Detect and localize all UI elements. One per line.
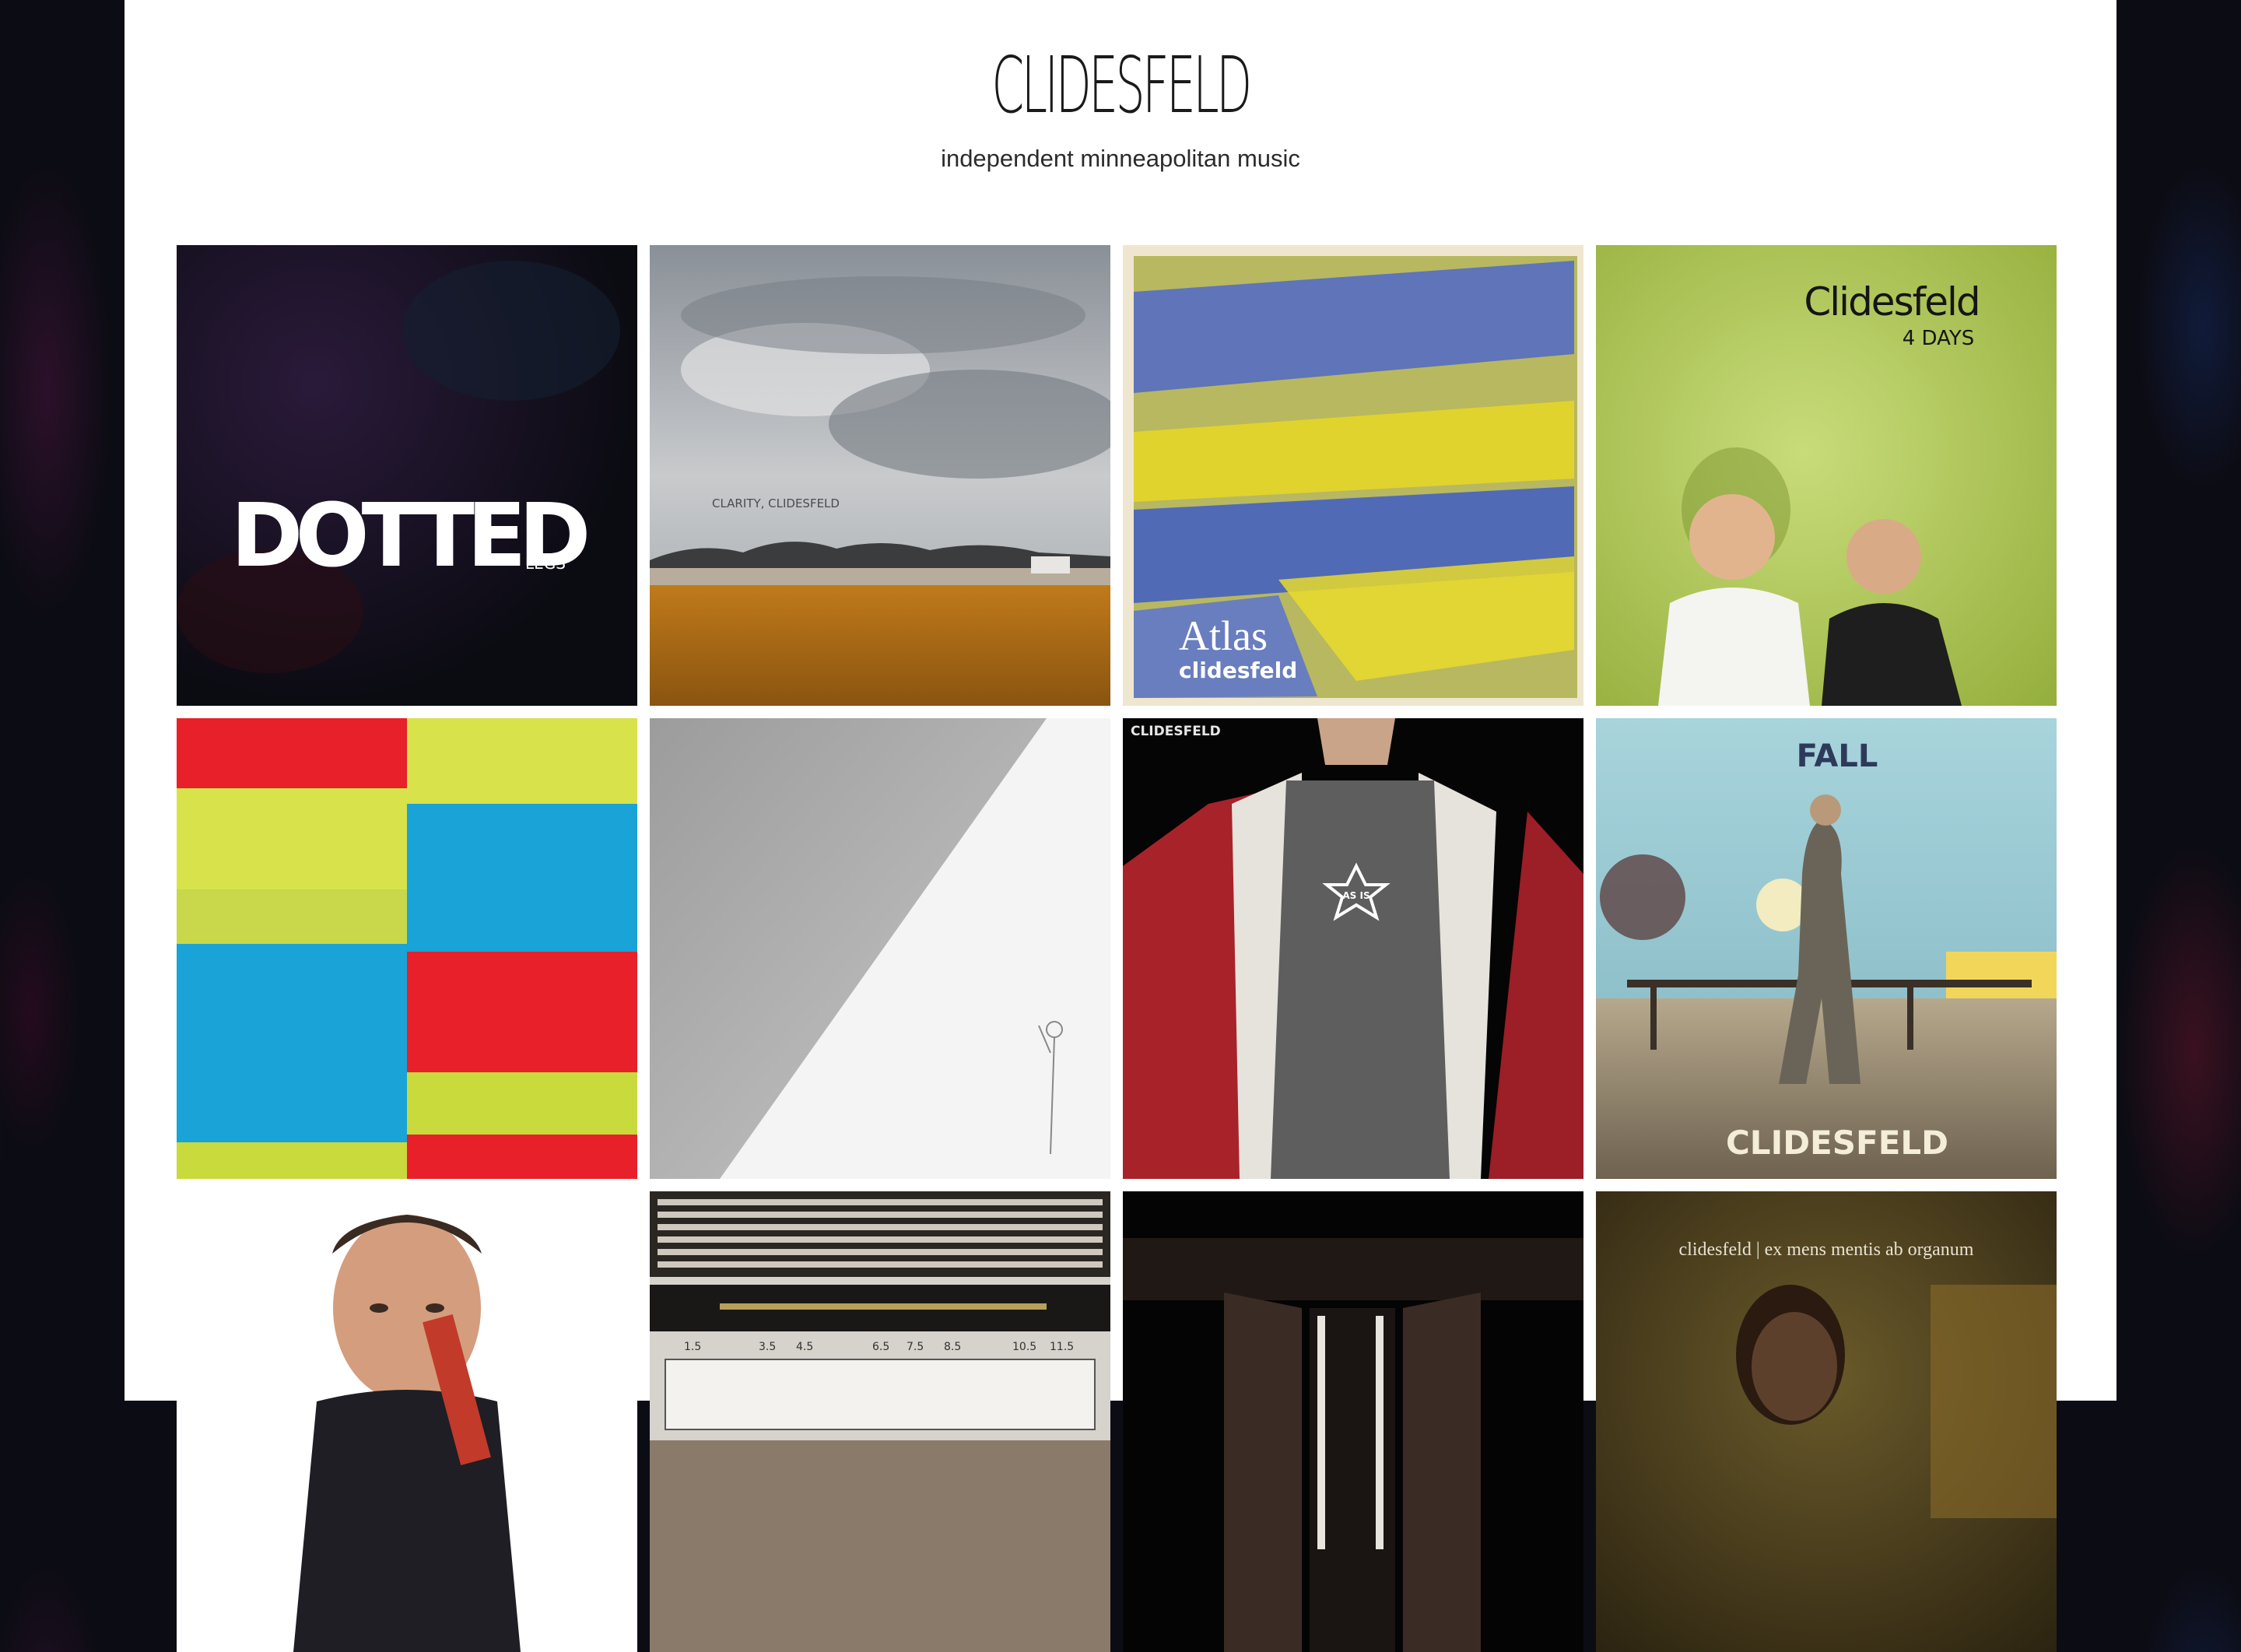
fall-title: FALL	[1797, 738, 1878, 774]
album-cover-fall[interactable]: FALL CLIDESFELD	[1596, 718, 2057, 1179]
as-is-art: AS IS CLIDESFELD	[1123, 718, 1583, 1179]
atlas-art: Atlas clidesfeld	[1123, 245, 1583, 706]
page-container: CLIDESFELD independent minneapolitan mus…	[124, 0, 2116, 1652]
album-cover-as-is[interactable]: AS IS CLIDESFELD	[1123, 718, 1583, 1179]
scale-label-1: 1.5	[684, 1341, 701, 1353]
machine-art: 1.5 3.5 4.5 6.5 7.5 8.5 10.5 11.5	[650, 1191, 1110, 1652]
as-is-badge-text: AS IS	[1342, 890, 1370, 901]
album-cover-clarity[interactable]: CLARITY, CLIDESFELD	[650, 245, 1110, 706]
color-blocks-art	[177, 718, 637, 1179]
album-cover-dotted-legs[interactable]: DOTTED LEGS	[177, 245, 637, 706]
scale-label-4: 6.5	[872, 1341, 889, 1353]
scale-label-7: 10.5	[1012, 1341, 1036, 1353]
fall-art: FALL CLIDESFELD	[1596, 718, 2057, 1179]
album-grid: DOTTED LEGS CLARITY, CLIDESFELD Atlas cl…	[177, 245, 2064, 1652]
album-cover-ex-mens[interactable]: clidesfeld | ex mens mentis ab organum	[1596, 1191, 2057, 1652]
as-is-artist: CLIDESFELD	[1131, 724, 1221, 739]
scale-label-6: 8.5	[944, 1341, 961, 1353]
fall-artist: CLIDESFELD	[1726, 1124, 1948, 1162]
site-tagline: independent minneapolitan music	[941, 145, 1300, 172]
clarity-art: CLARITY, CLIDESFELD	[650, 245, 1110, 706]
4-days-title: 4 DAYS	[1903, 327, 1975, 350]
legs-subtitle: LEGS	[525, 554, 566, 573]
site-title[interactable]: CLIDESFELD	[523, 39, 1718, 132]
album-cover-color-blocks[interactable]	[177, 718, 637, 1179]
album-cover-doorway[interactable]	[1123, 1191, 1583, 1652]
ex-mens-art: clidesfeld | ex mens mentis ab organum	[1596, 1191, 2057, 1652]
album-cover-4-days[interactable]: Clidesfeld 4 DAYS	[1596, 245, 2057, 706]
album-cover-agent[interactable]	[177, 1191, 637, 1652]
4-days-artist: Clidesfeld	[1804, 279, 1979, 324]
dotted-legs-art: DOTTED LEGS	[177, 245, 637, 706]
atlas-title: Atlas	[1179, 612, 1268, 659]
4-days-art: Clidesfeld 4 DAYS	[1596, 245, 2057, 706]
ex-mens-caption: clidesfeld | ex mens mentis ab organum	[1679, 1240, 1974, 1260]
scale-label-2: 3.5	[759, 1341, 776, 1353]
scale-label-8: 11.5	[1050, 1341, 1074, 1353]
album-cover-atlas[interactable]: Atlas clidesfeld	[1123, 245, 1583, 706]
grey-diagonal-art	[650, 718, 1110, 1179]
album-cover-machine[interactable]: 1.5 3.5 4.5 6.5 7.5 8.5 10.5 11.5	[650, 1191, 1110, 1652]
doorway-art	[1123, 1191, 1583, 1652]
clarity-caption: CLARITY, CLIDESFELD	[712, 496, 840, 510]
scale-label-5: 7.5	[907, 1341, 924, 1353]
album-cover-grey-diagonal[interactable]	[650, 718, 1110, 1179]
scale-label-3: 4.5	[796, 1341, 813, 1353]
atlas-artist: clidesfeld	[1179, 658, 1297, 683]
agent-art	[177, 1191, 637, 1652]
